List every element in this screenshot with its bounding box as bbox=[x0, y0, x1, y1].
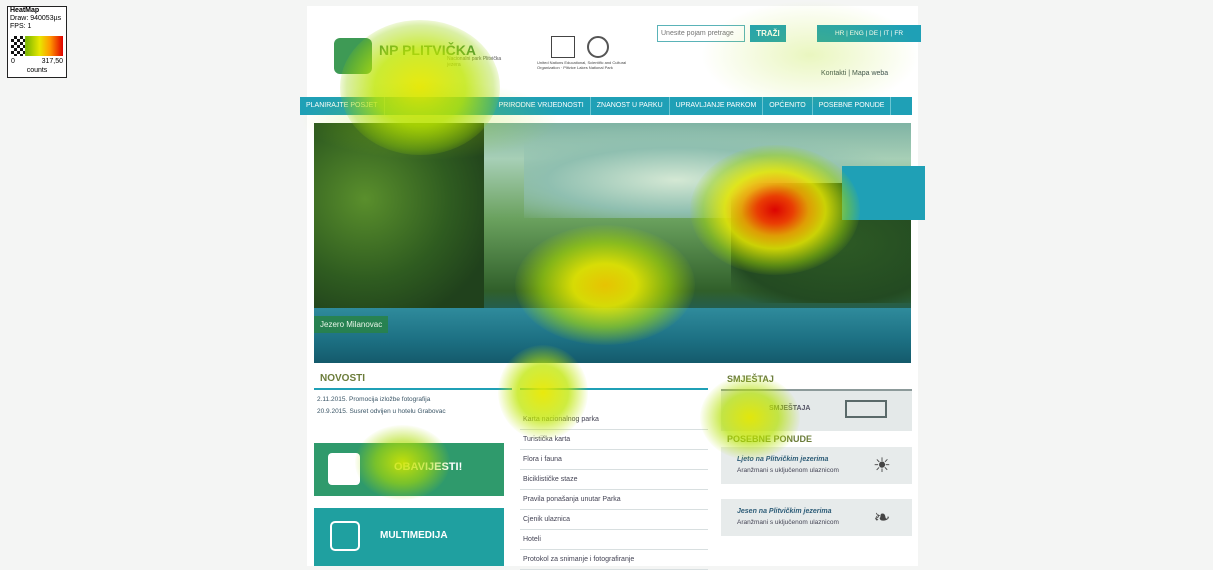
offer-title: Jesen na Plitvičkim jezerima bbox=[737, 508, 832, 515]
hero-caption: Jezero Milanovac bbox=[314, 316, 389, 333]
leaf-icon: ❧ bbox=[873, 507, 891, 529]
legend-fps: FPS: 1 bbox=[10, 23, 32, 30]
hero-overlay-panel[interactable] bbox=[842, 166, 925, 220]
language-switcher[interactable]: HR | ENG | DE | IT | FR bbox=[817, 25, 921, 42]
link-item[interactable]: Flora i fauna bbox=[520, 450, 708, 470]
nav-item-science[interactable]: ZNANOST U PARKU bbox=[591, 97, 670, 115]
legend-draw: Draw: 940053µs bbox=[10, 15, 62, 22]
multimedia-label: MULTIMEDIJA bbox=[380, 530, 448, 541]
play-icon bbox=[330, 521, 360, 551]
hero-forest-left bbox=[314, 123, 484, 313]
links-divider bbox=[520, 388, 708, 390]
news-item[interactable]: 20.9.2015. Susret odvijen u hotelu Grabo… bbox=[317, 406, 446, 418]
heatmap-legend: HeatMap Draw: 940053µs FPS: 1 0 317,50 c… bbox=[7, 6, 67, 78]
news-divider bbox=[314, 388, 512, 390]
unesco-logo: United Nations Educational, Scientific a… bbox=[537, 36, 647, 78]
nav-item-plan-visit[interactable]: PLANIRAJTE POSJET bbox=[300, 97, 385, 115]
accommodation-box[interactable]: SMJEŠTAJA bbox=[721, 389, 912, 431]
link-item[interactable]: Pravila ponašanja unutar Parka bbox=[520, 490, 708, 510]
offer-title: Ljeto na Plitvičkim jezerima bbox=[737, 456, 829, 463]
offer-card-autumn[interactable]: Jesen na Plitvičkim jezerima Aranžmani s… bbox=[721, 499, 912, 536]
news-heading: NOVOSTI bbox=[320, 373, 366, 384]
hero-lake bbox=[314, 308, 911, 363]
legend-unit: counts bbox=[26, 67, 48, 74]
news-item[interactable]: 2.11.2015. Promocija izložbe fotografija bbox=[317, 394, 446, 406]
link-item[interactable]: Biciklističke staze bbox=[520, 470, 708, 490]
world-heritage-icon bbox=[587, 36, 609, 58]
offer-subtitle: Aranžmani s uključenom ulaznicom bbox=[737, 467, 839, 474]
search-button[interactable]: TRAŽI bbox=[750, 25, 786, 42]
link-item[interactable]: Cjenik ulaznica bbox=[520, 510, 708, 530]
legend-min: 0 bbox=[11, 58, 15, 65]
legend-title: HeatMap bbox=[10, 7, 40, 14]
nav-item-general[interactable]: OPĆENITO bbox=[763, 97, 813, 115]
unesco-text: United Nations Educational, Scientific a… bbox=[537, 60, 627, 70]
top-links[interactable]: Kontakti | Mapa weba bbox=[821, 70, 888, 77]
search-input[interactable] bbox=[657, 25, 745, 42]
link-item[interactable]: Protokol za snimanje i fotografiranje bbox=[520, 550, 708, 570]
legend-color-scale bbox=[11, 36, 63, 56]
announcements-label: OBAVIJESTI! bbox=[394, 461, 463, 473]
link-item[interactable]: Hoteli bbox=[520, 530, 708, 550]
offer-card-summer[interactable]: Ljeto na Plitvičkim jezerima Aranžmani s… bbox=[721, 447, 912, 484]
news-list: 2.11.2015. Promocija izložbe fotografija… bbox=[317, 394, 446, 418]
bed-icon bbox=[845, 400, 887, 418]
unesco-temple-icon bbox=[551, 36, 575, 58]
park-logo-icon[interactable] bbox=[334, 38, 372, 74]
offers-heading: POSEBNE PONUDE bbox=[727, 434, 813, 444]
main-nav: PLANIRAJTE POSJET PRIRODNE VRIJEDNOSTI Z… bbox=[300, 97, 912, 115]
announcements-banner[interactable]: OBAVIJESTI! bbox=[314, 443, 504, 496]
quick-links: Karta nacionalnog parka Turistička karta… bbox=[520, 388, 708, 570]
link-item[interactable]: Karta nacionalnog parka bbox=[520, 410, 708, 430]
legend-max: 317,50 bbox=[41, 58, 63, 65]
website-page: NP PLITVIČKA Nacionalni park Plitvička j… bbox=[300, 6, 925, 570]
park-logo-subtitle: Nacionalni park Plitvička jezera bbox=[447, 56, 502, 68]
park-logo-icon bbox=[328, 453, 360, 485]
sun-icon: ☀ bbox=[873, 455, 891, 477]
hero-image[interactable] bbox=[314, 123, 911, 363]
nav-item-management[interactable]: UPRAVLJANJE PARKOM bbox=[670, 97, 764, 115]
offer-subtitle: Aranžmani s uključenom ulaznicom bbox=[737, 519, 839, 526]
link-item[interactable]: Turistička karta bbox=[520, 430, 708, 450]
accommodation-label: SMJEŠTAJA bbox=[769, 405, 811, 412]
multimedia-banner[interactable]: MULTIMEDIJA bbox=[314, 508, 504, 566]
nav-item-special-offers[interactable]: POSEBNE PONUDE bbox=[813, 97, 892, 115]
accommodation-heading: SMJEŠTAJ bbox=[727, 374, 774, 384]
nav-item-natural-values[interactable]: PRIRODNE VRIJEDNOSTI bbox=[493, 97, 591, 115]
